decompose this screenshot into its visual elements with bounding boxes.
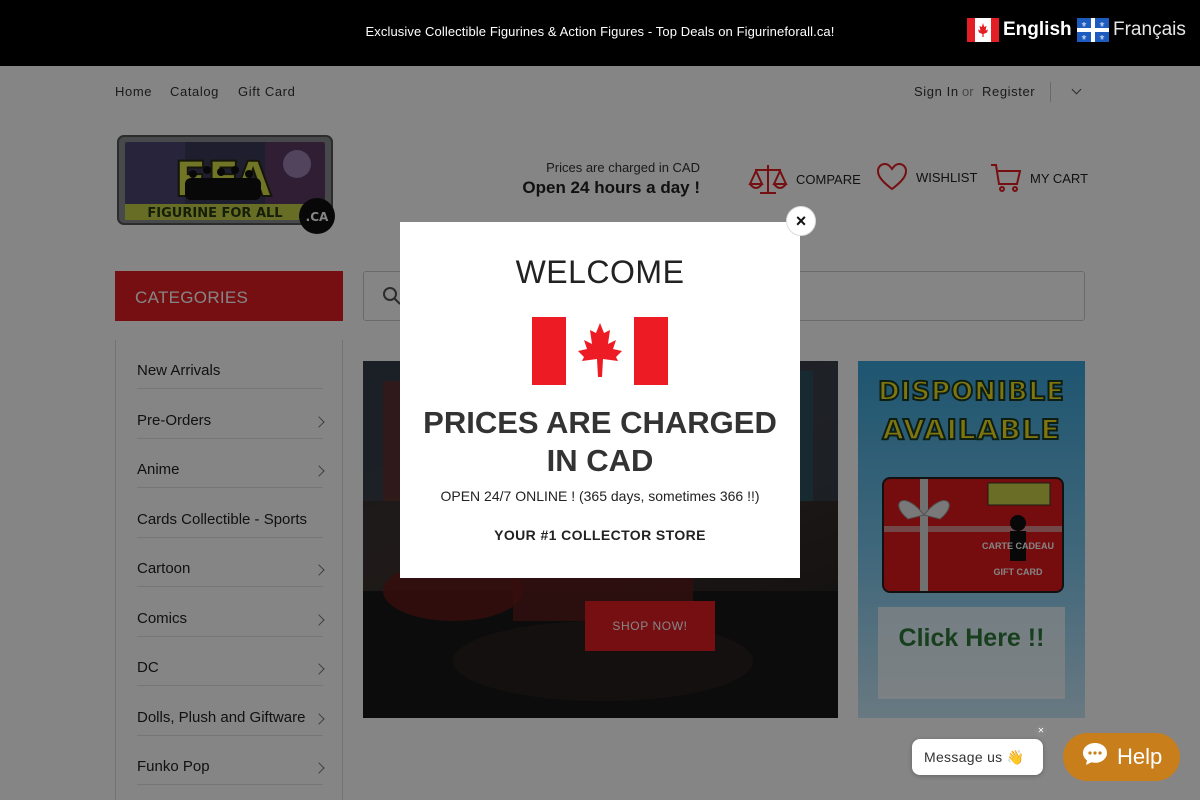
welcome-modal: WELCOME PRICES ARE CHARGED IN CAD OPEN 2… [400,222,800,578]
modal-close-button[interactable]: × [786,206,816,236]
help-label: Help [1117,744,1163,769]
modal-title: WELCOME [515,254,685,290]
chat-bubble-icon [1081,741,1109,773]
modal-subtext: OPEN 24/7 ONLINE ! (365 days, sometimes … [440,488,760,504]
language-french-link[interactable]: ⚜ ⚜ ⚜ ⚜ Français [1077,18,1186,42]
help-chat-button[interactable]: Help [1063,733,1180,781]
modal-headline: PRICES ARE CHARGED IN CAD [423,405,777,478]
close-icon[interactable]: ✕ [1035,725,1047,737]
language-english-label: English [1003,19,1072,40]
svg-text:⚜: ⚜ [1099,21,1105,29]
language-french-label: Français [1113,19,1186,40]
modal-tagline: YOUR #1 COLLECTOR STORE [494,527,706,543]
chat-message-bubble[interactable]: Message us 👋 [912,739,1043,775]
svg-text:⚜: ⚜ [1081,21,1087,29]
language-english-link[interactable]: English [967,18,1072,42]
svg-text:⚜: ⚜ [1099,34,1105,42]
canada-flag-icon [532,317,668,385]
announcement-bar: Exclusive Collectible Figurines & Action… [0,0,1200,66]
quebec-flag-icon: ⚜ ⚜ ⚜ ⚜ [1077,18,1109,42]
svg-text:⚜: ⚜ [1081,34,1087,42]
canada-flag-icon [967,18,999,42]
